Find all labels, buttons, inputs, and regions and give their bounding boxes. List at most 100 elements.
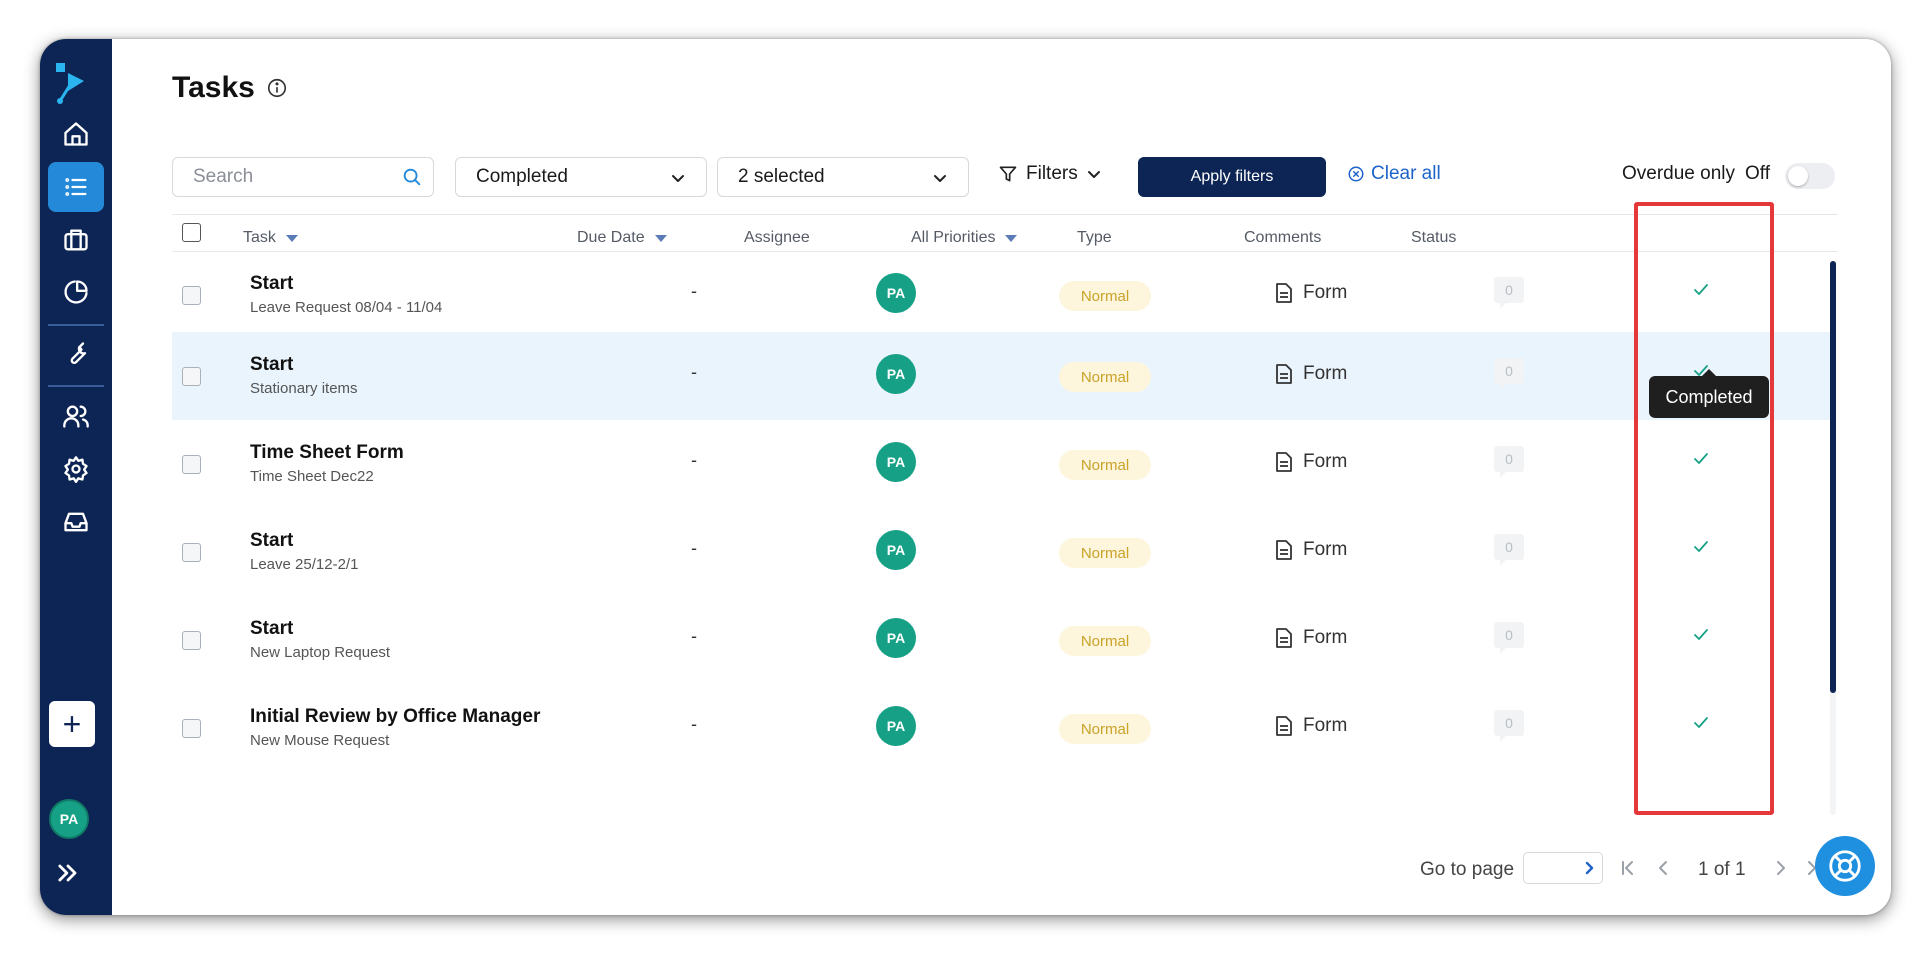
previous-page-button[interactable] [1652,857,1674,879]
table-row[interactable]: Start Leave 25/12-2/1 - PA Normal Form 0 [172,508,1832,596]
select-all-checkbox[interactable] [182,223,201,242]
column-header-label: Due Date [577,229,645,246]
table-scrollbar[interactable] [1830,261,1836,815]
overdue-toggle[interactable] [1785,163,1835,189]
priority-badge: Normal [1059,362,1151,392]
comment-count-badge[interactable]: 0 [1494,277,1524,309]
status-tooltip: Completed [1649,369,1769,418]
column-header-task[interactable]: Task [243,229,298,247]
scrollbar-thumb[interactable] [1830,261,1836,693]
column-header-label: All Priorities [911,229,996,246]
help-lifebuoy-button[interactable] [1815,836,1875,896]
sidebar-divider [48,385,104,387]
table-row[interactable]: Start Leave Request 08/04 - 11/04 - PA N… [172,251,1832,339]
task-title[interactable]: Start [250,273,293,295]
comment-count-badge[interactable]: 0 [1494,710,1524,742]
pie-chart-icon[interactable] [48,267,104,317]
due-date: - [691,626,697,646]
wrench-icon[interactable] [48,329,104,379]
filters-label: Filters [1026,163,1078,184]
expand-sidebar-icon[interactable] [54,859,84,889]
task-subtitle: New Laptop Request [250,644,391,661]
row-checkbox[interactable] [182,286,201,305]
row-checkbox[interactable] [182,719,201,738]
comment-count-badge[interactable]: 0 [1494,358,1524,390]
chevron-right-icon[interactable] [1582,861,1596,875]
status-dropdown[interactable]: Completed [455,157,707,197]
due-date: - [691,450,697,470]
table-row[interactable]: Start Stationary items - PA Normal Form … [172,332,1832,420]
briefcase-icon[interactable] [48,215,104,265]
table-row[interactable]: Start New Laptop Request - PA Normal For… [172,596,1832,684]
column-header-label: Assignee [744,229,810,246]
inbox-icon[interactable] [48,497,104,547]
table-row[interactable]: Time Sheet Form Time Sheet Dec22 - PA No… [172,420,1832,508]
search-input[interactable]: Search [172,157,434,197]
completed-check-icon [1691,625,1711,645]
task-title[interactable]: Start [250,618,293,640]
go-to-page-label: Go to page [1420,859,1515,880]
apply-filters-button[interactable]: Apply filters [1138,157,1326,197]
due-date: - [691,714,697,734]
task-type-label: Form [1303,627,1348,648]
add-new-button[interactable]: + [49,701,95,747]
users-icon[interactable] [48,391,104,441]
completed-check-icon [1691,713,1711,733]
overdue-state: Off [1745,163,1771,184]
task-subtitle: Leave 25/12-2/1 [250,556,359,573]
user-avatar[interactable]: PA [49,799,89,839]
home-icon[interactable] [48,109,104,159]
task-title[interactable]: Time Sheet Form [250,442,404,464]
row-checkbox[interactable] [182,631,201,650]
overdue-label: Overdue only [1622,163,1736,184]
priority-badge: Normal [1059,538,1151,568]
column-header-assignee: Assignee [744,229,810,247]
sort-caret-icon [654,234,667,242]
column-header-comments: Comments [1244,229,1321,247]
task-type: Form [1275,627,1347,649]
chevron-right-icon [1777,861,1785,875]
row-checkbox[interactable] [182,543,201,562]
task-type: Form [1275,451,1347,473]
document-icon [1276,716,1292,736]
info-icon[interactable] [266,77,288,99]
sidebar: + PA [40,39,112,915]
column-header-label: Status [1411,229,1457,246]
first-page-button[interactable] [1617,857,1639,879]
tasks-list-icon[interactable] [48,162,104,212]
document-icon [1276,364,1292,384]
comment-count-badge[interactable]: 0 [1494,446,1524,478]
sort-caret-icon [285,234,298,242]
priority-badge: Normal [1059,281,1151,311]
column-header-due-date[interactable]: Due Date [577,229,667,247]
sidebar-divider [48,324,104,326]
comment-count-badge[interactable]: 0 [1494,534,1524,566]
page-info: 1 of 1 [1698,859,1746,880]
row-checkbox[interactable] [182,367,201,386]
logo-icon[interactable] [54,61,90,105]
next-page-button[interactable] [1770,857,1792,879]
task-title[interactable]: Initial Review by Office Manager [250,706,540,728]
due-date: - [691,362,697,382]
multi-select-value: 2 selected [738,166,825,187]
page-number-input[interactable] [1523,852,1603,884]
task-subtitle: Leave Request 08/04 - 11/04 [250,299,443,316]
search-icon[interactable] [401,166,423,188]
page-title: Tasks [172,71,255,104]
task-title[interactable]: Start [250,530,293,552]
search-placeholder: Search [193,166,254,187]
filters-button[interactable]: Filters [998,163,1102,185]
settings-gear-icon[interactable] [48,444,104,494]
task-title[interactable]: Start [250,354,293,376]
row-checkbox[interactable] [182,455,201,474]
table-row[interactable]: Initial Review by Office Manager New Mou… [172,684,1832,772]
clear-all-button[interactable]: Clear all [1347,163,1441,185]
column-header-priorities[interactable]: All Priorities [911,229,1018,247]
multi-select-dropdown[interactable]: 2 selected [717,157,969,197]
task-type: Form [1275,715,1347,737]
sort-caret-icon [1005,234,1018,242]
column-header-status: Status [1411,229,1456,247]
document-icon [1276,452,1292,472]
comment-count-badge[interactable]: 0 [1494,622,1524,654]
clear-all-label: Clear all [1371,163,1441,184]
